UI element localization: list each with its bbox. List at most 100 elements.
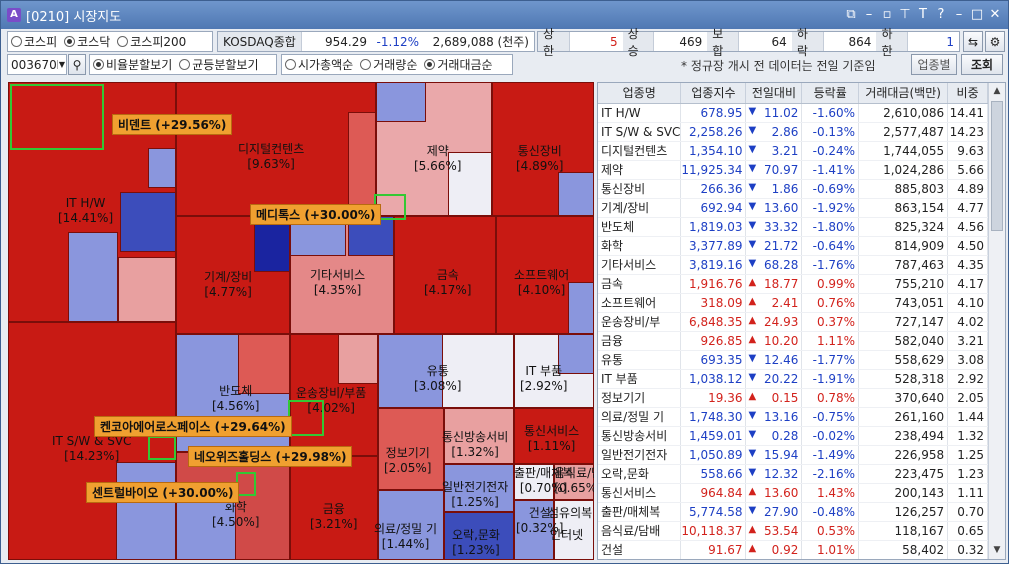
down-arrow-icon: ▼ [748, 447, 757, 459]
table-row[interactable]: 운송장비/부 6,848.35 ▲ 24.93 0.37% 727,147 4.02 [598, 312, 988, 332]
cell-weight: 5.66 [947, 160, 988, 180]
cell-sector: 제약 [598, 160, 682, 180]
layout-radio-ratio[interactable]: 비율분할보기 [93, 56, 172, 73]
col-header-trade-value[interactable]: 거래대금(백만) [858, 83, 949, 104]
treemap-stock[interactable] [148, 148, 176, 188]
table-row[interactable]: 통신서비스 964.84 ▲ 13.60 1.43% 200,143 1.11 [598, 483, 988, 503]
swap-arrows-icon[interactable]: ⇆ [963, 31, 983, 52]
cell-index: 678.95 [680, 103, 747, 123]
treemap-stock[interactable] [376, 82, 426, 122]
up-arrow-icon: ▲ [748, 390, 757, 402]
market-radio-kospi200[interactable]: 코스피200 [117, 33, 186, 50]
title-bar[interactable]: A [0210] 시장지도 ⧉ – ▫ ⊤ T ? – □ ✕ [1, 1, 1008, 29]
table-row[interactable]: IT H/W 678.95 ▼ 11.02 -1.60% 2,610,086 14.41 [598, 103, 988, 123]
text-icon[interactable]: T [914, 6, 932, 24]
market-selector: 코스피 코스닥 코스피200 [7, 31, 213, 52]
table-row[interactable]: 제약 11,925.34 ▼ 70.97 -1.41% 1,024,286 5.66 [598, 160, 988, 180]
sort-radio-market-cap[interactable]: 시가총액순 [285, 56, 353, 73]
cell-rate: 0.53% [801, 521, 860, 541]
table-row[interactable]: 유통 693.35 ▼ 12.46 -1.77% 558,629 3.08 [598, 350, 988, 370]
minimize-icon[interactable]: – [950, 6, 968, 24]
treemap-stock[interactable] [68, 232, 118, 322]
table-row[interactable]: IT 부품 1,038.12 ▼ 20.22 -1.91% 528,318 2.92 [598, 369, 988, 389]
table-row[interactable]: 의료/정밀 기 1,748.30 ▼ 13.16 -0.75% 261,160 1.44 [598, 407, 988, 427]
table-row[interactable]: 출판/매체복 5,774.58 ▼ 27.90 -0.48% 126,257 0.70 [598, 502, 988, 522]
col-header-weight[interactable]: 비중 [947, 83, 988, 104]
cell-trade-value: 825,324 [858, 217, 949, 237]
sort-radio-trade-value[interactable]: 거래대금순 [424, 56, 493, 73]
stock-code-input[interactable]: 003670 ▼ [7, 54, 67, 75]
table-row[interactable]: 소프트웨어 318.09 ▲ 2.41 0.76% 743,051 4.10 [598, 293, 988, 313]
table-row[interactable]: 통신방송서비 1,459.01 ▼ 0.28 -0.02% 238,494 1.32 [598, 426, 988, 446]
by-sector-button[interactable]: 업종별 [911, 54, 957, 75]
cell-weight: 14.23 [947, 122, 988, 142]
down-arrow-icon: ▼ [748, 371, 757, 383]
maximize-icon[interactable]: □ [968, 6, 986, 24]
highlight-box[interactable] [10, 84, 104, 150]
table-row[interactable]: 정보기기 19.36 ▲ 0.15 0.78% 370,640 2.05 [598, 388, 988, 408]
table-row[interactable]: 금속 1,916.76 ▲ 18.77 0.99% 755,210 4.17 [598, 274, 988, 294]
up-arrow-icon: ▲ [748, 485, 757, 497]
table-row[interactable]: 금융 926.85 ▲ 10.20 1.11% 582,040 3.21 [598, 331, 988, 351]
cell-weight: 1.11 [947, 483, 988, 503]
cell-sector: 반도체 [598, 217, 682, 237]
cell-trade-value: 1,024,286 [858, 160, 949, 180]
cell-index: 693.35 [680, 350, 747, 370]
highlight-box[interactable] [288, 400, 324, 436]
table-row[interactable]: 반도체 1,819.03 ▼ 33.32 -1.80% 825,324 4.56 [598, 217, 988, 237]
treemap-stock[interactable] [118, 257, 176, 322]
treemap-stock[interactable] [120, 192, 176, 252]
minimize-icon[interactable]: – [860, 6, 878, 24]
search-icon[interactable]: ⚲ [68, 54, 86, 75]
market-radio-kospi[interactable]: 코스피 [11, 33, 57, 50]
query-button[interactable]: 조회 [961, 54, 1003, 75]
col-header-index[interactable]: 업종지수 [680, 83, 747, 104]
treemap-stock[interactable] [338, 334, 378, 384]
layout-radio-equal[interactable]: 균등분할보기 [179, 56, 259, 73]
cell-sector: 금융 [598, 331, 682, 351]
market-treemap[interactable]: IT H/W [14.41%] 디지털컨텐츠 [9.63%] 제약 [5.66%] 통… [8, 82, 594, 560]
sort-radio-volume[interactable]: 거래량순 [360, 56, 417, 73]
pin-icon[interactable]: ⊤ [896, 6, 914, 24]
index-value: 954.29 [325, 34, 367, 49]
scroll-thumb[interactable] [991, 101, 1003, 231]
treemap-stock[interactable] [558, 172, 594, 216]
restore-icon[interactable]: ⧉ [842, 6, 860, 24]
sector-label: 금속 [4.17%] [424, 268, 472, 297]
sector-label: 의료/정밀 기 [1.44%] [374, 522, 438, 551]
callout-vident: 비덴트 (+29.56%) [112, 114, 233, 135]
col-header-rate[interactable]: 등락률 [801, 83, 860, 104]
up-arrow-icon: ▲ [748, 295, 757, 307]
treemap-stock[interactable] [116, 462, 176, 560]
table-row[interactable]: 기계/장비 692.94 ▼ 13.60 -1.92% 863,154 4.77 [598, 198, 988, 218]
chevron-down-icon[interactable]: ▼ [56, 60, 66, 69]
table-row[interactable]: 오락,문화 558.66 ▼ 12.32 -2.16% 223,475 1.23 [598, 464, 988, 484]
table-row[interactable]: 화학 3,377.89 ▼ 21.72 -0.64% 814,909 4.50 [598, 236, 988, 256]
gear-icon[interactable]: ⚙ [985, 31, 1005, 52]
cell-trade-value: 261,160 [858, 407, 949, 427]
cell-sector: 금속 [598, 274, 682, 294]
cell-index: 10,118.37 [680, 521, 747, 541]
vertical-scrollbar[interactable]: ▲ ▼ [988, 83, 1005, 559]
scroll-down-icon[interactable]: ▼ [989, 542, 1005, 559]
scroll-up-icon[interactable]: ▲ [989, 83, 1005, 100]
table-row[interactable]: 일반전기전자 1,050.89 ▼ 15.94 -1.49% 226,958 1.25 [598, 445, 988, 465]
cell-index: 1,038.12 [680, 369, 747, 389]
table-row[interactable]: 디지털컨텐츠 1,354.10 ▼ 3.21 -0.24% 1,744,055 9.63 [598, 141, 988, 161]
table-row[interactable]: 통신장비 266.36 ▼ 1.86 -0.69% 885,803 4.89 [598, 179, 988, 199]
col-header-sector[interactable]: 업종명 [598, 83, 682, 104]
treemap-stock[interactable] [568, 282, 594, 334]
cell-weight: 3.21 [947, 331, 988, 351]
help-icon[interactable]: ? [932, 6, 950, 24]
col-header-change[interactable]: 전일대비 [745, 83, 803, 104]
table-row[interactable]: IT S/W & SVC 2,258.26 ▼ 2.86 -0.13% 2,577,487… [598, 122, 988, 142]
window-icon[interactable]: ▫ [878, 6, 896, 24]
market-radio-kosdaq[interactable]: 코스닥 [64, 33, 110, 50]
table-row[interactable]: 기타서비스 3,819.16 ▼ 68.28 -1.76% 787,463 4.35 [598, 255, 988, 275]
table-row[interactable]: 음식료/담배 10,118.37 ▲ 53.54 0.53% 118,167 0.65 [598, 521, 988, 541]
table-row[interactable]: 건설 91.67 ▲ 0.92 1.01% 58,402 0.32 [598, 540, 988, 559]
highlight-box[interactable] [148, 436, 176, 460]
treemap-stock[interactable] [348, 112, 376, 216]
close-icon[interactable]: ✕ [986, 6, 1004, 24]
cell-rate: -0.75% [801, 407, 860, 427]
